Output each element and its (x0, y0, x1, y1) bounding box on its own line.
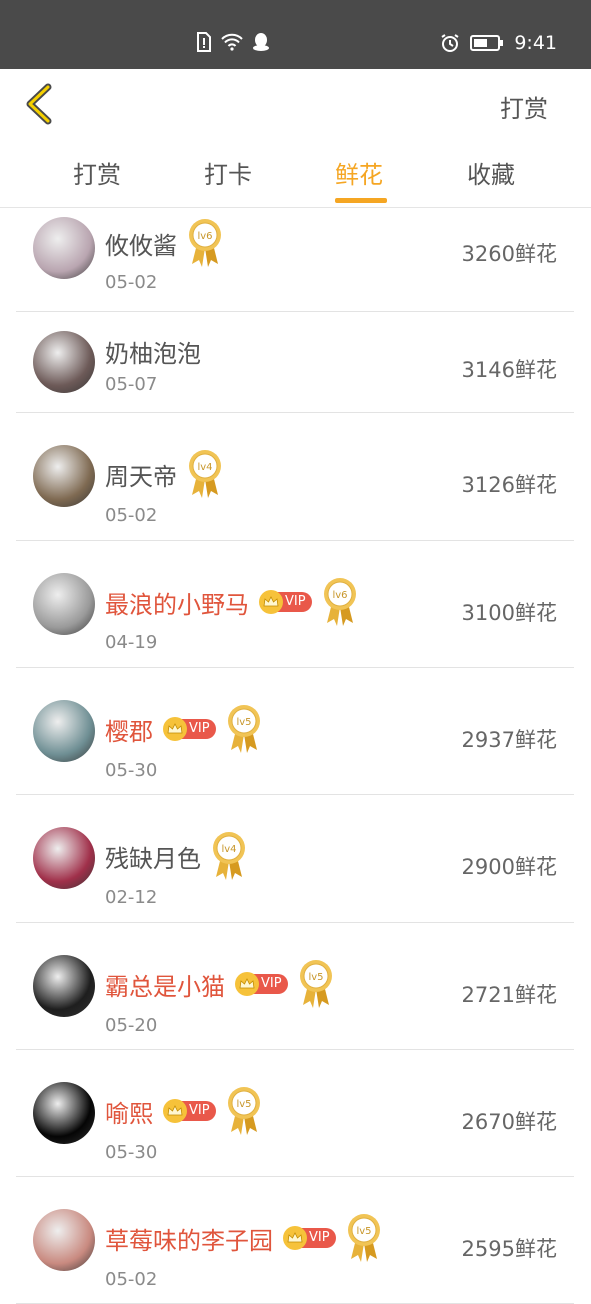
item-date: 05-30 (105, 1142, 158, 1163)
user-name-line: 周天帝 lv4 (105, 449, 223, 499)
user-name-line: 樱郡 VIP lv5 (105, 704, 262, 754)
level-text: lv4 (221, 844, 236, 855)
vip-badge: VIP (235, 972, 288, 996)
back-button[interactable] (22, 83, 56, 125)
avatar[interactable] (33, 1082, 95, 1144)
level-medal-icon: lv6 (187, 218, 223, 268)
tab-bar: 打赏 打卡 鲜花 收藏 (0, 139, 591, 208)
list-item[interactable]: 霸总是小猫 VIP lv5 05-20 2721鲜花 (16, 923, 574, 1050)
avatar[interactable] (33, 217, 95, 279)
list-item[interactable]: 草莓味的李子园 VIP lv5 05-02 2595鲜花 (16, 1177, 574, 1304)
level-text: lv6 (332, 590, 347, 601)
item-date: 05-20 (105, 1015, 158, 1036)
wifi-icon (221, 33, 243, 51)
level-text: lv5 (236, 717, 251, 728)
level-text: lv6 (197, 231, 212, 242)
level-medal-icon: lv5 (226, 1086, 262, 1136)
list-item[interactable]: 奶柚泡泡 05-07 3146鲜花 (16, 312, 574, 413)
level-text: lv5 (236, 1099, 251, 1110)
avatar[interactable] (33, 700, 95, 762)
list-item[interactable]: 喻熙 VIP lv5 05-30 2670鲜花 (16, 1050, 574, 1177)
level-text: lv4 (197, 462, 212, 473)
status-time: 9:41 (514, 32, 557, 54)
nav-header: 打赏 (0, 69, 591, 139)
vip-badge: VIP (163, 717, 216, 741)
crown-icon (163, 717, 187, 741)
crown-icon (163, 1099, 187, 1123)
status-icons-left (196, 32, 270, 52)
level-text: lv5 (356, 1226, 371, 1237)
user-name-line: 喻熙 VIP lv5 (105, 1086, 262, 1136)
level-text: lv5 (308, 972, 323, 983)
alarm-icon (441, 34, 459, 52)
flower-amount: 3126鲜花 (461, 473, 557, 497)
list-item[interactable]: 最浪的小野马 VIP lv6 04-19 3100鲜花 (16, 541, 574, 668)
avatar[interactable] (33, 827, 95, 889)
user-name: 攸攸酱 (105, 231, 177, 260)
list-item[interactable]: 周天帝 lv4 05-02 3126鲜花 (16, 413, 574, 541)
user-name: 樱郡 (105, 717, 153, 746)
status-icons-right: 9:41 (440, 32, 557, 54)
status-bar: 9:41 (0, 0, 591, 69)
item-date: 02-12 (105, 887, 158, 908)
user-name: 奶柚泡泡 (105, 340, 201, 368)
tab-flowers[interactable]: 鲜花 (335, 155, 383, 190)
vip-badge: VIP (163, 1099, 216, 1123)
battery-icon (470, 35, 504, 51)
vip-badge: VIP (259, 590, 312, 614)
item-date: 05-07 (105, 374, 158, 395)
level-medal-icon: lv5 (346, 1213, 382, 1263)
user-name: 喻熙 (105, 1099, 153, 1128)
flower-amount: 2670鲜花 (461, 1110, 557, 1134)
flower-amount: 2937鲜花 (461, 728, 557, 752)
level-medal-icon: lv5 (226, 704, 262, 754)
avatar[interactable] (33, 331, 95, 393)
list-item[interactable]: 樱郡 VIP lv5 05-30 2937鲜花 (16, 668, 574, 795)
level-medal-icon: lv4 (211, 831, 247, 881)
flower-amount: 2900鲜花 (461, 855, 557, 879)
user-name-line: 奶柚泡泡 (105, 334, 201, 369)
user-name-line: 残缺月色 lv4 (105, 831, 247, 881)
item-date: 05-02 (105, 505, 158, 526)
crown-icon (259, 590, 283, 614)
user-name: 周天帝 (105, 462, 177, 491)
avatar[interactable] (33, 445, 95, 507)
user-name: 霸总是小猫 (105, 972, 225, 1001)
sim-icon (197, 32, 211, 52)
avatar[interactable] (33, 955, 95, 1017)
tab-checkin[interactable]: 打卡 (204, 155, 252, 190)
chevron-left-icon (26, 83, 52, 125)
tab-reward[interactable]: 打赏 (73, 155, 121, 190)
user-name: 残缺月色 (105, 844, 201, 873)
user-name-line: 霸总是小猫 VIP lv5 (105, 959, 334, 1009)
item-date: 04-19 (105, 632, 158, 653)
flower-amount: 3146鲜花 (461, 358, 557, 382)
flower-amount: 3100鲜花 (461, 601, 557, 625)
level-medal-icon: lv4 (187, 449, 223, 499)
qq-icon (253, 33, 269, 51)
item-date: 05-30 (105, 760, 158, 781)
crown-icon (235, 972, 259, 996)
vip-badge: VIP (283, 1226, 336, 1250)
flower-amount: 2721鲜花 (461, 983, 557, 1007)
level-medal-icon: lv5 (298, 959, 334, 1009)
tab-favorites[interactable]: 收藏 (467, 155, 515, 190)
flower-amount: 2595鲜花 (461, 1237, 557, 1261)
header-action-reward[interactable]: 打赏 (500, 89, 548, 124)
user-name: 草莓味的李子园 (105, 1226, 273, 1255)
avatar[interactable] (33, 1209, 95, 1271)
list-item[interactable]: 攸攸酱 lv6 05-02 3260鲜花 (16, 208, 574, 312)
user-name-line: 草莓味的李子园 VIP lv5 (105, 1213, 382, 1263)
level-medal-icon: lv6 (322, 577, 358, 627)
user-name-line: 攸攸酱 lv6 (105, 218, 223, 268)
list-item[interactable]: 残缺月色 lv4 02-12 2900鲜花 (16, 795, 574, 923)
user-name-line: 最浪的小野马 VIP lv6 (105, 577, 358, 627)
avatar[interactable] (33, 573, 95, 635)
user-name: 最浪的小野马 (105, 590, 249, 619)
flower-amount: 3260鲜花 (461, 242, 557, 266)
crown-icon (283, 1226, 307, 1250)
item-date: 05-02 (105, 272, 158, 293)
active-tab-indicator (335, 198, 387, 203)
